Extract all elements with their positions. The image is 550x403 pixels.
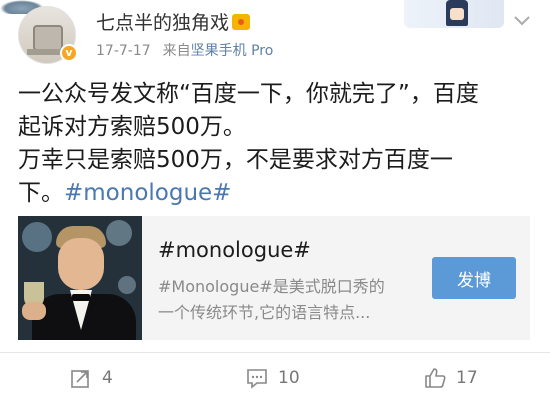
like-count: 17 (456, 368, 478, 388)
post-date: 17-7-17 (96, 43, 151, 59)
repost-count: 4 (102, 368, 113, 388)
post-button[interactable]: 发博 (432, 257, 516, 299)
like-button[interactable]: 17 (424, 353, 478, 403)
post-line-last: 下。#monologue# (18, 177, 538, 210)
post-meta: 17-7-17 来自坚果手机 Pro (96, 40, 273, 60)
like-icon (425, 368, 446, 388)
comment-count: 10 (278, 368, 300, 388)
source-prefix: 来自 (162, 43, 191, 59)
topic-thumbnail (18, 216, 142, 340)
topic-card[interactable]: #monologue# #Monologue#是美式脱口秀的 一个传统环节,它的… (18, 216, 530, 340)
weibo-post: v 七点半的独角戏 17-7-17 来自坚果手机 Pro 一公众号发文称“百度一下… (0, 0, 550, 403)
username-text: 七点半的独角戏 (96, 12, 230, 34)
post-line: 一公众号发文称“百度一下，你就完了”，百度 (18, 81, 479, 107)
chevron-down-icon[interactable] (512, 10, 532, 30)
repost-icon (71, 370, 89, 388)
post-line: 起诉对方索赔500万。 (18, 114, 246, 140)
action-bar: 4 10 17 (0, 353, 550, 403)
topic-desc-line: #Monologue#是美式脱口秀的 (158, 277, 385, 296)
decoration-face (450, 8, 464, 20)
username[interactable]: 七点半的独角戏 (96, 8, 251, 35)
repost-button[interactable]: 4 (70, 353, 113, 403)
post-text: 一公众号发文称“百度一下，你就完了”，百度 起诉对方索赔500万。 万幸只是索赔… (18, 78, 538, 210)
post-line-prefix: 下。 (18, 180, 64, 206)
crown-icon (232, 14, 251, 30)
post-line: 万幸只是索赔500万，不是要求对方百度一 (18, 147, 453, 173)
post-source[interactable]: 坚果手机 Pro (191, 43, 274, 59)
hashtag-link[interactable]: #monologue# (64, 180, 231, 206)
topic-title: #monologue# (158, 238, 311, 262)
verified-icon: v (60, 44, 78, 62)
topic-desc-line: 一个传统环节,它的语言特点... (158, 303, 371, 322)
comment-button[interactable]: 10 (246, 353, 300, 403)
topic-description: #Monologue#是美式脱口秀的 一个传统环节,它的语言特点... (158, 274, 418, 326)
comment-icon (247, 369, 267, 389)
